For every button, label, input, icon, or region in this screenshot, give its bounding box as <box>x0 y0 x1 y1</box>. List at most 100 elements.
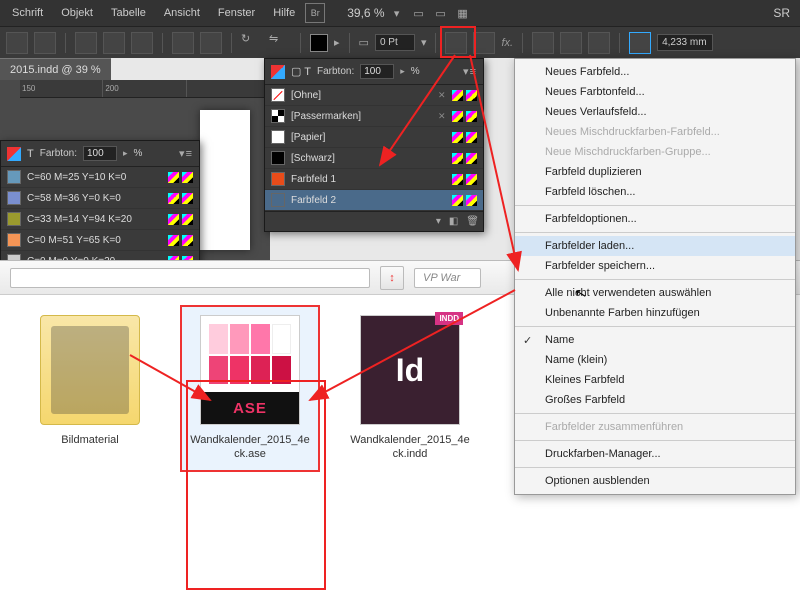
menu-item: Neue Mischdruckfarben-Gruppe... <box>515 142 795 162</box>
menu-ansicht[interactable]: Ansicht <box>156 3 208 23</box>
menu-item[interactable]: Unbenannte Farben hinzufügen <box>515 303 795 323</box>
workspace-label[interactable]: SR <box>773 6 796 20</box>
tool-placeholder[interactable] <box>200 32 222 54</box>
swatch-name: Farbfeld 1 <box>291 174 446 185</box>
swatch-row[interactable]: [Ohne] ✕ <box>265 85 483 106</box>
tool-placeholder[interactable] <box>6 32 28 54</box>
menu-item[interactable]: Neues Farbtonfeld... <box>515 82 795 102</box>
color-mode-icon <box>452 90 463 101</box>
swatch-row[interactable]: C=0 M=51 Y=65 K=0 <box>1 230 199 251</box>
swatch-row[interactable]: C=58 M=36 Y=0 K=0 <box>1 188 199 209</box>
swatch-row[interactable]: Farbfeld 2 <box>265 190 483 211</box>
swatch-name: [Papier] <box>291 132 446 143</box>
stroke-weight-field[interactable] <box>375 34 415 51</box>
tool-placeholder[interactable] <box>34 32 56 54</box>
tool-placeholder[interactable] <box>532 32 554 54</box>
ase-thumbnail: ASE <box>200 315 300 425</box>
tool-placeholder[interactable] <box>445 32 467 54</box>
control-bar: ↻ ⇋ ▸ ▭ ▾ fx. <box>0 26 800 58</box>
swatches-context-menu: Neues Farbfeld... Neues Farbtonfeld... N… <box>514 58 796 495</box>
fx-label[interactable]: fx. <box>501 37 513 49</box>
menu-item[interactable]: Neues Verlaufsfeld... <box>515 102 795 122</box>
swatch-row[interactable]: Farbfeld 1 <box>265 169 483 190</box>
flip-icon[interactable]: ⇋ <box>269 32 291 54</box>
document-tab[interactable]: 2015.indd @ 39 % <box>0 58 111 81</box>
swatch-chip <box>271 130 285 144</box>
new-swatch-icon[interactable]: ◧ <box>449 216 458 227</box>
menu-fenster[interactable]: Fenster <box>210 3 263 23</box>
chevron-down-icon[interactable]: ▾ <box>387 3 407 23</box>
tool-placeholder[interactable] <box>103 32 125 54</box>
swatch-row[interactable]: [Schwarz] <box>265 148 483 169</box>
tool-placeholder[interactable] <box>588 32 610 54</box>
menu-hilfe[interactable]: Hilfe <box>265 3 303 23</box>
panel-menu-icon[interactable]: ▾≡ <box>179 147 193 160</box>
menu-tabelle[interactable]: Tabelle <box>103 3 154 23</box>
tint-field[interactable] <box>360 64 394 79</box>
color-type-icon <box>466 153 477 164</box>
menu-schrift[interactable]: Schrift <box>4 3 51 23</box>
type-icon[interactable]: ▢ T <box>291 65 311 78</box>
swatch-chip <box>271 88 285 102</box>
color-type-icon <box>466 195 477 206</box>
swatch-row[interactable]: C=33 M=14 Y=94 K=20 <box>1 209 199 230</box>
stroke-icon: ▭ <box>359 36 369 49</box>
file-name: Bildmaterial <box>30 433 150 447</box>
menu-item[interactable]: Kleines Farbfeld <box>515 370 795 390</box>
path-dropdown[interactable] <box>10 268 370 288</box>
frame-fit-icon[interactable] <box>629 32 651 54</box>
swatch-name: C=58 M=36 Y=0 K=0 <box>27 193 162 204</box>
file-item[interactable]: ASEWandkalender_2015_4eck.ase <box>190 315 310 462</box>
menu-item[interactable]: Name (klein) <box>515 350 795 370</box>
type-icon[interactable]: T <box>27 148 34 160</box>
color-mode-icon <box>452 174 463 185</box>
panel-footer: ▾ ◧ 🗑 <box>265 211 483 231</box>
menu-item[interactable]: Farbfeld löschen... <box>515 182 795 202</box>
menu-item[interactable]: Optionen ausblenden <box>515 471 795 491</box>
tool-placeholder[interactable] <box>75 32 97 54</box>
menu-item[interactable]: Großes Farbfeld <box>515 390 795 410</box>
tool-placeholder[interactable] <box>473 32 495 54</box>
tool-placeholder[interactable] <box>560 32 582 54</box>
color-type-icon <box>466 174 477 185</box>
color-mode-icon <box>168 193 179 204</box>
bridge-icon[interactable]: Br <box>305 3 325 23</box>
file-item[interactable]: INDDIdWandkalender_2015_4eck.indd <box>350 315 470 462</box>
color-type-icon <box>182 193 193 204</box>
tint-field[interactable] <box>83 146 117 161</box>
zoom-level[interactable]: 39,6 % <box>347 6 384 20</box>
tool-placeholder[interactable] <box>172 32 194 54</box>
screen-mode-icon[interactable]: ▭ <box>431 3 451 23</box>
swatch-row[interactable]: [Papier] <box>265 127 483 148</box>
color-mode-icon <box>452 132 463 143</box>
menu-item[interactable]: Farbfeldoptionen... <box>515 209 795 229</box>
menu-item[interactable]: Farbfeld duplizieren <box>515 162 795 182</box>
search-field[interactable]: VP War <box>414 268 481 288</box>
swatch-row[interactable]: [Passermarken] ✕ <box>265 106 483 127</box>
arrange-icon[interactable]: ▦ <box>453 3 473 23</box>
menu-item[interactable]: Farbfelder speichern... <box>515 256 795 276</box>
color-type-icon <box>182 214 193 225</box>
menu-item[interactable]: ✓Name <box>515 330 795 350</box>
measure-field[interactable] <box>657 34 713 51</box>
menu-item[interactable]: Neues Farbfeld... <box>515 62 795 82</box>
panel-menu-icon[interactable]: ▾≡ <box>463 65 477 78</box>
trash-icon[interactable]: 🗑 <box>466 216 479 227</box>
new-swatch-icon[interactable]: ▾ <box>436 216 441 227</box>
menu-objekt[interactable]: Objekt <box>53 3 101 23</box>
menu-item[interactable]: Farbfelder laden... <box>515 236 795 256</box>
swatch-name: Farbfeld 2 <box>291 195 446 206</box>
menu-item[interactable]: Alle nicht verwendeten auswählen <box>515 283 795 303</box>
lock-icon: ✕ <box>438 90 449 101</box>
view-mode-icon[interactable]: ▭ <box>409 3 429 23</box>
fill-swatch[interactable] <box>310 34 328 52</box>
swatch-row[interactable]: C=60 M=25 Y=10 K=0 <box>1 167 199 188</box>
tool-placeholder[interactable] <box>131 32 153 54</box>
ruler-horizontal: 150200 <box>20 80 270 98</box>
file-item[interactable]: Bildmaterial <box>30 315 150 447</box>
rotate-icon[interactable]: ↻ <box>241 32 263 54</box>
page[interactable] <box>200 110 250 250</box>
swatch-chip <box>7 233 21 247</box>
menu-item[interactable]: Druckfarben-Manager... <box>515 444 795 464</box>
refresh-button[interactable]: ↕ <box>380 266 404 290</box>
